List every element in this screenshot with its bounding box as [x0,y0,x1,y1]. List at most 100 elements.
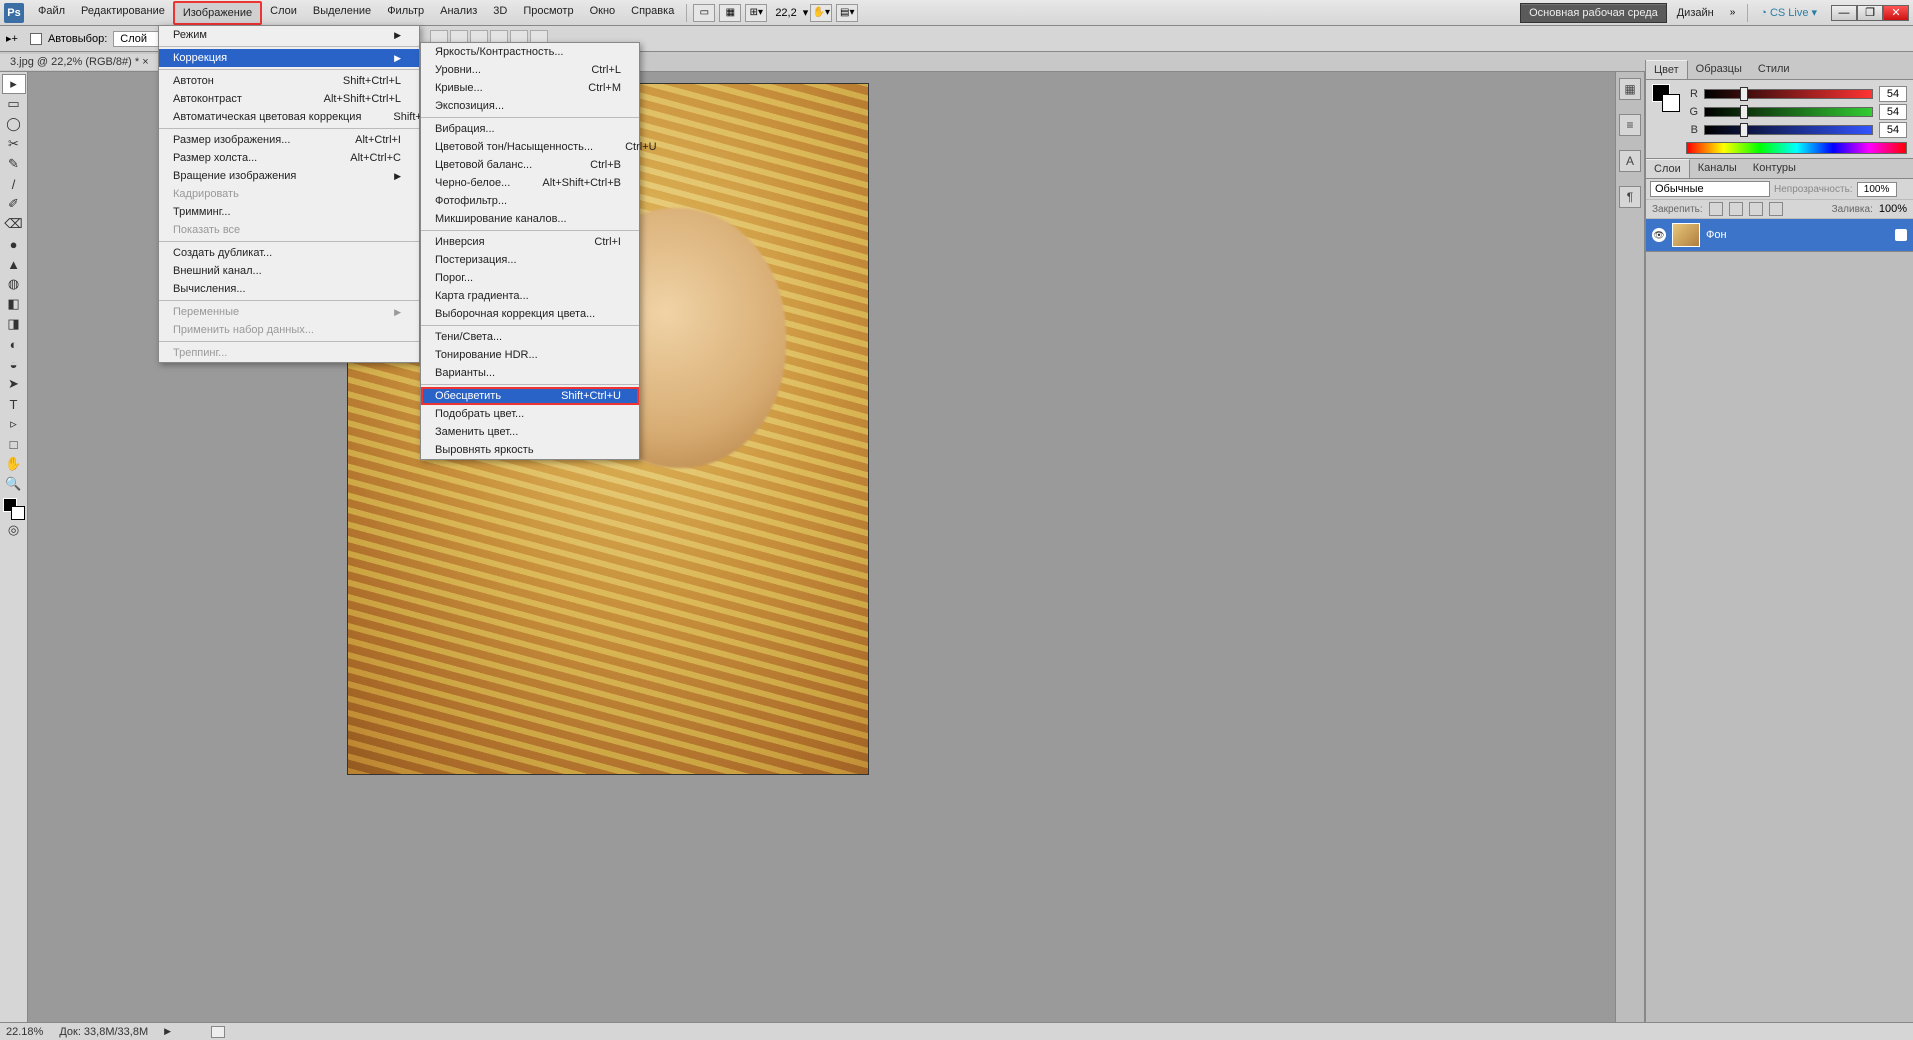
menu-item[interactable]: Порог... [421,269,639,287]
close-tab-icon[interactable]: × [142,56,148,68]
workspace-design-button[interactable]: Дизайн [1669,4,1722,22]
menu-item[interactable]: Выборочная коррекция цвета... [421,305,639,323]
tool-18[interactable]: □ [2,434,26,454]
tab-paths[interactable]: Контуры [1745,159,1804,178]
panel-icon-0[interactable]: ▦ [1619,78,1641,100]
document-tab[interactable]: 3.jpg @ 22,2% (RGB/8#) * × [0,54,160,70]
tool-20[interactable]: 🔍 [2,474,26,494]
menu-item[interactable]: Вычисления... [159,280,419,298]
menu-item[interactable]: ИнверсияCtrl+I [421,233,639,251]
r-value[interactable]: 54 [1879,86,1907,102]
menu-item[interactable]: Цветовой баланс...Ctrl+B [421,156,639,174]
layout-icon[interactable]: ▭ [693,4,715,22]
menu-item[interactable]: Размер изображения...Alt+Ctrl+I [159,131,419,149]
menu-item[interactable]: Коррекция▶ [159,49,419,67]
menu-item[interactable]: Постеризация... [421,251,639,269]
menu-фильтр[interactable]: Фильтр [379,1,432,25]
lock-all-icon[interactable] [1769,202,1783,216]
tool-12[interactable]: ◨ [2,314,26,334]
menu-item[interactable]: АвтотонShift+Ctrl+L [159,72,419,90]
menu-item[interactable]: Экспозиция... [421,97,639,115]
status-arrow-icon[interactable]: ▶ [164,1026,171,1037]
menu-item[interactable]: АвтоконтрастAlt+Shift+Ctrl+L [159,90,419,108]
blend-mode-select[interactable]: Обычные [1650,181,1770,197]
menu-item[interactable]: Карта градиента... [421,287,639,305]
close-button[interactable]: ✕ [1883,5,1909,21]
menu-слои[interactable]: Слои [262,1,305,25]
tool-5[interactable]: / [2,174,26,194]
menu-item[interactable]: Тримминг... [159,203,419,221]
visibility-icon[interactable]: 👁 [1652,228,1666,242]
panel-icon-2[interactable]: A [1619,150,1641,172]
menu-item[interactable]: Подобрать цвет... [421,405,639,423]
scroll-left-icon[interactable] [211,1026,225,1038]
r-slider[interactable] [1704,89,1873,99]
menu-справка[interactable]: Справка [623,1,682,25]
cs-live-button[interactable]: ◔CS Live▾ [1754,6,1823,19]
tool-4[interactable]: ✎ [2,154,26,174]
ruler-icon[interactable]: ▤▾ [836,4,858,22]
fill-value[interactable]: 100% [1879,203,1907,215]
workspace-main-button[interactable]: Основная рабочая среда [1520,3,1667,23]
hand-icon[interactable]: ✋▾ [810,4,832,22]
menu-item[interactable]: Внешний канал... [159,262,419,280]
menu-item[interactable]: Уровни...Ctrl+L [421,61,639,79]
menu-анализ[interactable]: Анализ [432,1,485,25]
menu-item[interactable]: Режим▶ [159,26,419,44]
quickmask-icon[interactable]: ◎ [2,520,26,540]
b-value[interactable]: 54 [1879,122,1907,138]
tool-15[interactable]: ➤ [2,374,26,394]
menu-item[interactable]: Варианты... [421,364,639,382]
lock-transparent-icon[interactable] [1709,202,1723,216]
layer-thumbnail[interactable] [1672,223,1700,247]
tool-14[interactable]: ◒ [2,354,26,374]
menu-item[interactable]: Размер холста...Alt+Ctrl+C [159,149,419,167]
fg-bg-swatch[interactable] [1652,84,1680,112]
menu-item[interactable]: Черно-белое...Alt+Shift+Ctrl+B [421,174,639,192]
status-zoom[interactable]: 22.18% [6,1026,43,1038]
tool-10[interactable]: ◍ [2,274,26,294]
tool-7[interactable]: ⌫ [2,214,26,234]
layer-row[interactable]: 👁 Фон [1646,219,1913,251]
tab-channels[interactable]: Каналы [1690,159,1745,178]
spectrum-bar[interactable] [1686,142,1907,154]
menu-item[interactable]: Цветовой тон/Насыщенность...Ctrl+U [421,138,639,156]
g-slider[interactable] [1704,107,1873,117]
menu-item[interactable]: Яркость/Контрастность... [421,43,639,61]
tool-19[interactable]: ✋ [2,454,26,474]
opacity-value[interactable]: 100% [1857,182,1897,197]
tool-17[interactable]: ▹ [2,414,26,434]
tool-9[interactable]: ▲ [2,254,26,274]
menu-item[interactable]: Тени/Света... [421,328,639,346]
tool-8[interactable]: ● [2,234,26,254]
auto-select-target[interactable]: Слой [113,31,164,47]
arrange-icon[interactable]: ⊞▾ [745,4,767,22]
tool-1[interactable]: ▭ [2,94,26,114]
tool-0[interactable]: ▸ [2,74,26,94]
b-slider[interactable] [1704,125,1873,135]
tool-13[interactable]: ◐ [2,334,26,354]
panel-icon-3[interactable]: ¶ [1619,186,1641,208]
menu-редактирование[interactable]: Редактирование [73,1,173,25]
menu-файл[interactable]: Файл [30,1,73,25]
menu-item[interactable]: Кривые...Ctrl+M [421,79,639,97]
tool-2[interactable]: ◯ [2,114,26,134]
g-value[interactable]: 54 [1879,104,1907,120]
zoom-value[interactable]: 22,2 [769,7,802,19]
tool-16[interactable]: T [2,394,26,414]
menu-item[interactable]: Вращение изображения▶ [159,167,419,185]
menu-item[interactable]: Тонирование HDR... [421,346,639,364]
menu-изображение[interactable]: Изображение [173,1,262,25]
tool-6[interactable]: ✐ [2,194,26,214]
tool-11[interactable]: ◧ [2,294,26,314]
menu-item[interactable]: Автоматическая цветовая коррекцияShift+C… [159,108,419,126]
menu-item[interactable]: Заменить цвет... [421,423,639,441]
fg-bg-swatch[interactable] [3,498,25,520]
menu-окно[interactable]: Окно [582,1,624,25]
menu-item[interactable]: ОбесцветитьShift+Ctrl+U [421,387,639,405]
tab-swatches[interactable]: Образцы [1688,60,1750,79]
tool-3[interactable]: ✂ [2,134,26,154]
tab-layers[interactable]: Слои [1646,159,1690,178]
menu-item[interactable]: Выровнять яркость [421,441,639,459]
minimize-button[interactable]: — [1831,5,1857,21]
